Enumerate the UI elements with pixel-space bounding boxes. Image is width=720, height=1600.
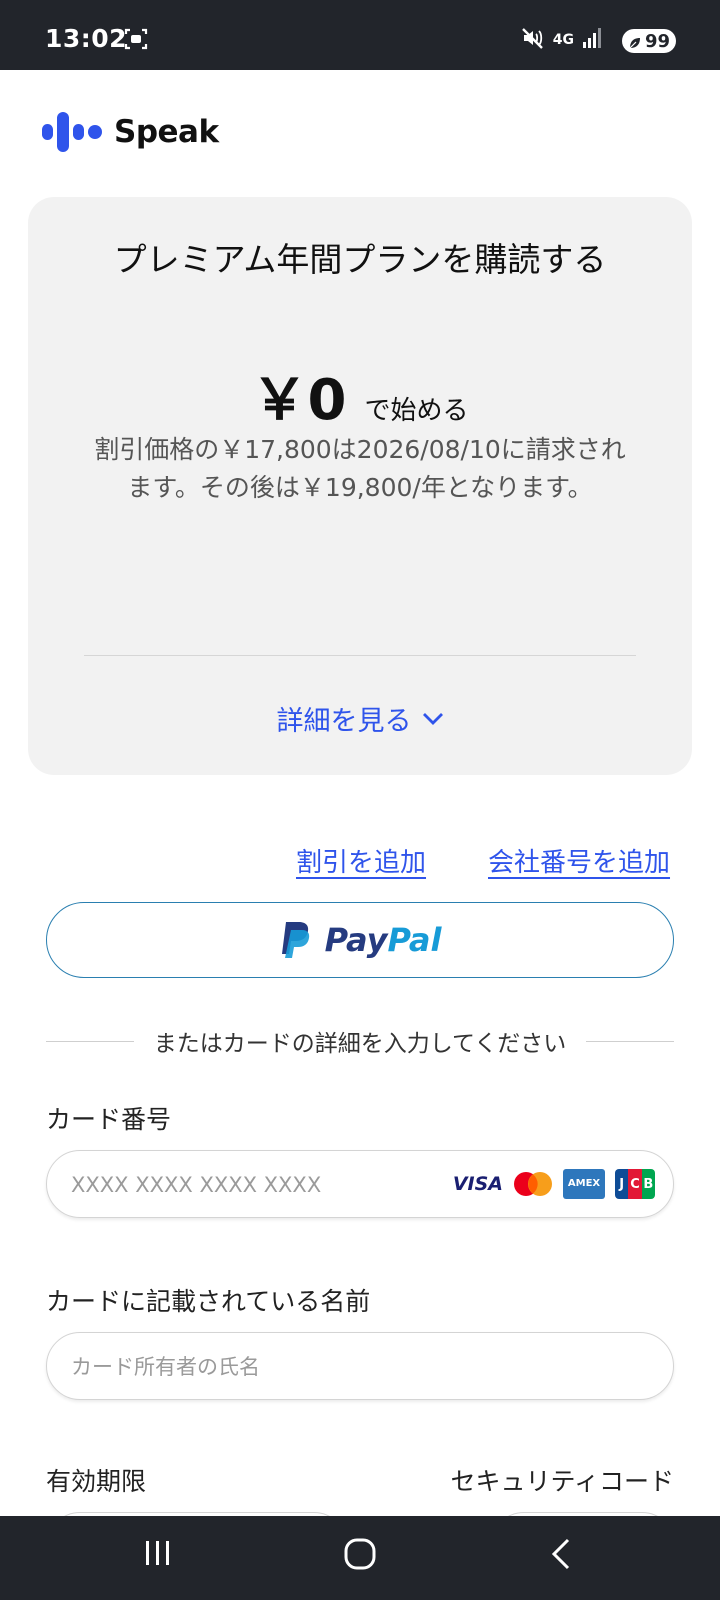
cardholder-field[interactable] [46, 1332, 674, 1401]
jcb-j: J [615, 1169, 629, 1199]
or-line-right [586, 1040, 674, 1042]
speak-logo-icon [42, 112, 102, 152]
paypal-icon [281, 922, 309, 958]
security-code-label: セキュリティコード [450, 1467, 674, 1496]
recent-apps-button[interactable] [144, 1538, 172, 1572]
or-text: またはカードの詳細を入力してください [153, 1031, 567, 1057]
view-details-link[interactable]: 詳細を見る [28, 699, 692, 738]
plan-divider [84, 655, 636, 656]
amex-logo: AMEX [563, 1169, 605, 1199]
or-line-left [46, 1040, 134, 1042]
navigation-bar [0, 1516, 720, 1600]
recent-apps-icon [146, 1541, 169, 1565]
add-discount-link[interactable]: 割引を追加 [296, 842, 426, 879]
chevron-down-icon [422, 712, 443, 725]
card-number-input[interactable] [69, 1151, 453, 1219]
paypal-pal: Pal [387, 921, 442, 959]
plan-summary-card: プレミアム年間プランを購読する ￥0 で始める 割引価格の￥17,800は202… [28, 197, 692, 775]
jcb-logo: J C B [615, 1169, 655, 1199]
view-details-label: 詳細を見る [276, 706, 412, 737]
mute-icon [521, 26, 545, 54]
battery-indicator: 99 [622, 29, 676, 53]
speak-logo: Speak [42, 112, 219, 152]
expiry-label: 有効期限 [46, 1467, 147, 1496]
paypal-wordmark: PayPal [325, 921, 442, 959]
jcb-b: B [641, 1169, 655, 1199]
card-number-label: カード番号 [46, 1105, 172, 1134]
status-icons: 4G [521, 26, 602, 54]
screen-recorder-icon [124, 28, 148, 50]
add-company-number-link[interactable]: 会社番号を追加 [488, 842, 670, 879]
back-button[interactable] [550, 1538, 572, 1574]
status-bar: 13:02 4G 99 [0, 0, 720, 70]
card-number-field[interactable]: VISA AMEX J C B [46, 1150, 674, 1219]
price-amount: ￥0 [251, 368, 347, 433]
jcb-c: C [628, 1169, 642, 1199]
or-divider: またはカードの詳細を入力してください [46, 1024, 674, 1058]
status-time: 13:02 [45, 24, 128, 53]
brand-name: Speak [114, 114, 219, 150]
battery-saver-icon [628, 34, 642, 55]
signal-icon [582, 27, 602, 53]
price-suffix: で始める [364, 396, 469, 426]
price-description: 割引価格の￥17,800は2026/08/10に請求されます。その後は￥19,8… [94, 435, 626, 502]
cardholder-label: カードに記載されている名前 [46, 1287, 371, 1316]
home-icon [344, 1538, 376, 1570]
paypal-button[interactable]: PayPal [46, 902, 674, 978]
cardholder-input[interactable] [69, 1333, 453, 1401]
price-row: ￥0 で始める [28, 355, 692, 436]
visa-logo: VISA [452, 1173, 503, 1195]
back-icon [551, 1538, 570, 1570]
paypal-pay: Pay [324, 921, 388, 959]
home-button[interactable] [344, 1538, 376, 1574]
plan-title: プレミアム年間プランを購読する [113, 240, 607, 279]
battery-level: 99 [644, 30, 670, 52]
mastercard-logo [514, 1172, 552, 1196]
card-brand-logos: VISA AMEX J C B [453, 1169, 655, 1199]
network-type: 4G [552, 32, 574, 48]
